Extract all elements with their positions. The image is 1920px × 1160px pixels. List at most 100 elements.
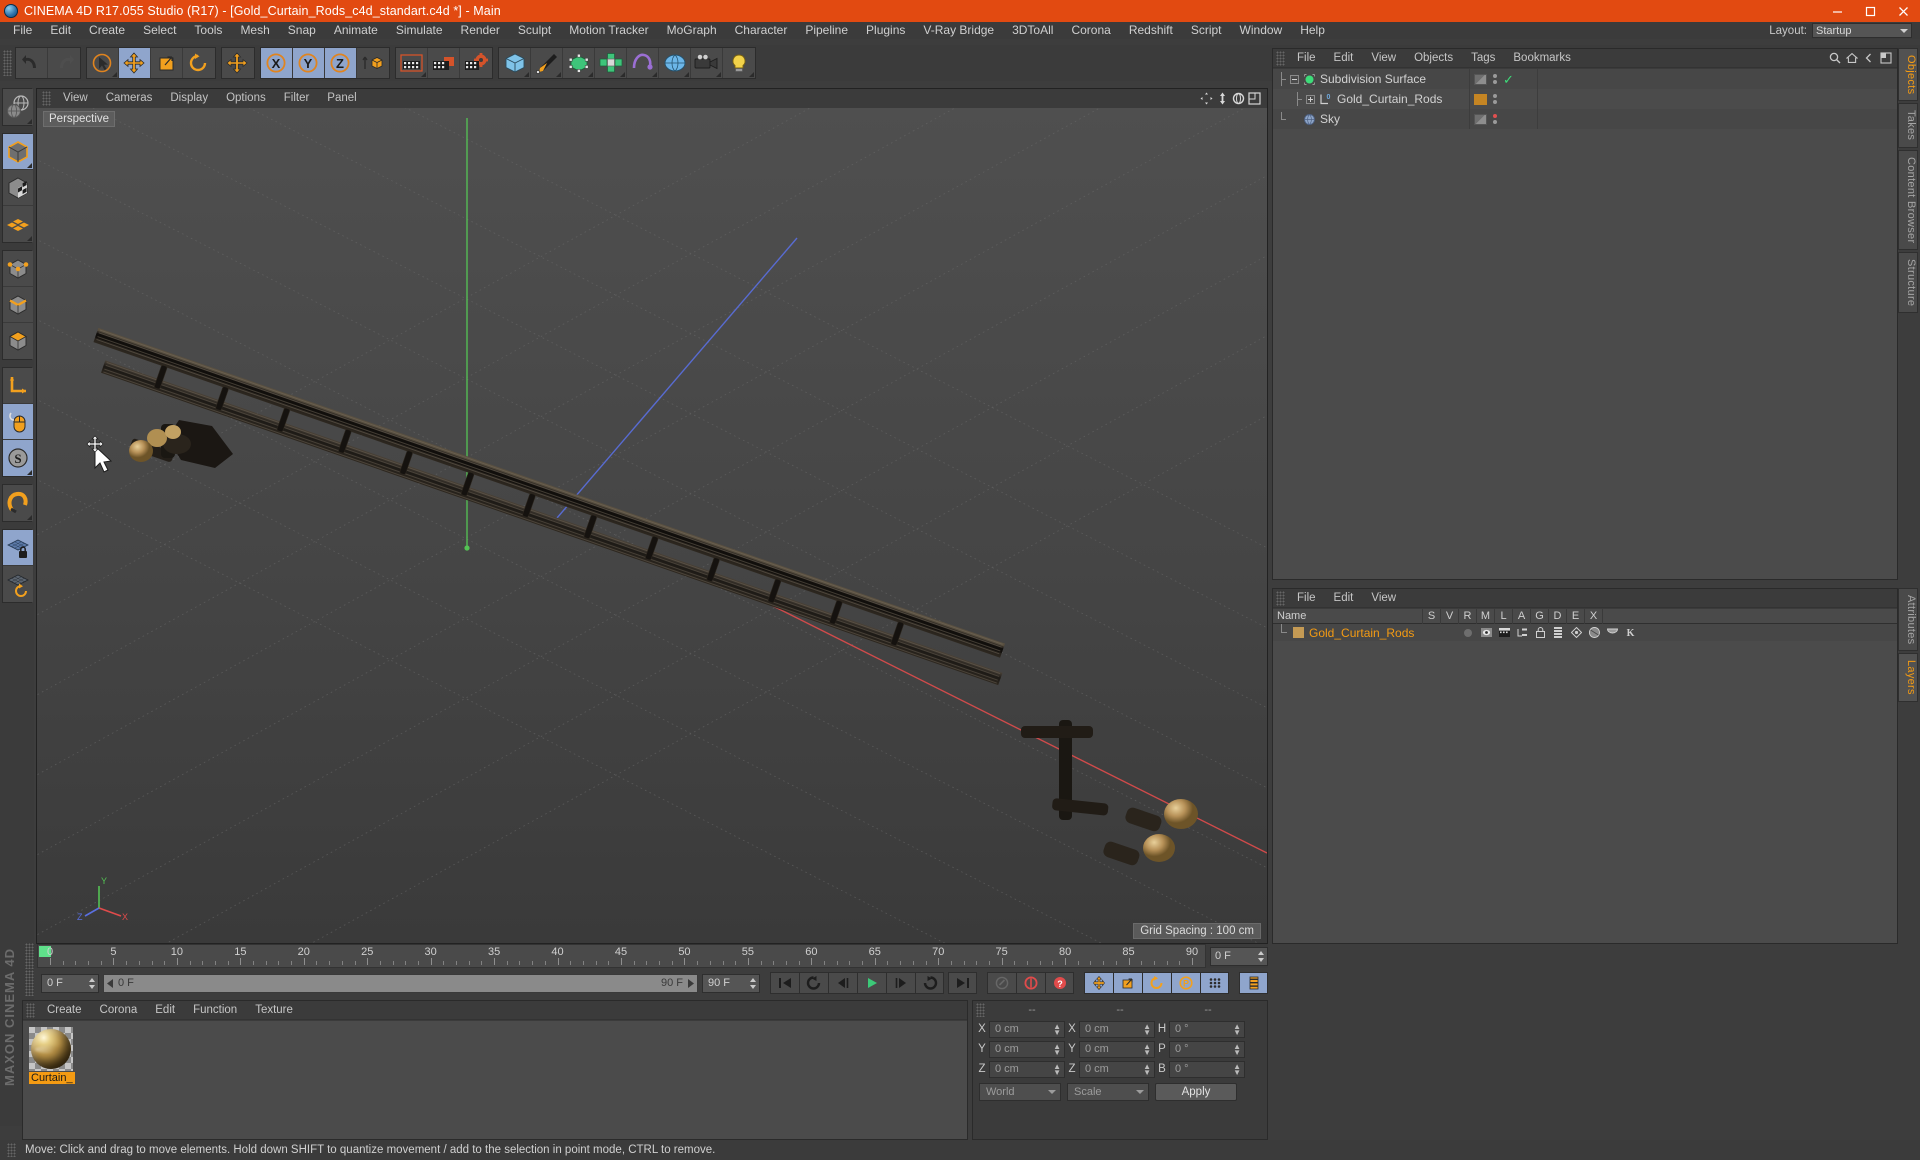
visibility-dots[interactable] [1493, 74, 1497, 84]
layer-column-name[interactable]: Name [1273, 609, 1423, 624]
side-tab-structure[interactable]: Structure [1898, 252, 1918, 313]
menu-item-snap[interactable]: Snap [279, 22, 325, 39]
light-icon[interactable] [723, 48, 755, 78]
material-manager-grip[interactable] [26, 1003, 35, 1018]
object-row-gold-curtain-rods[interactable]: 0Gold_Curtain_Rods [1273, 89, 1897, 109]
undo-icon[interactable] [16, 48, 48, 78]
material-preview-sphere[interactable] [29, 1027, 73, 1071]
scroll-right-icon[interactable] [686, 979, 694, 988]
layer-solo-dot[interactable] [1459, 629, 1477, 637]
layer-column-r[interactable]: R [1459, 609, 1477, 624]
menu-item-plugins[interactable]: Plugins [857, 22, 914, 39]
polygons-mode-icon[interactable] [3, 323, 33, 359]
spinner-down-icon[interactable] [89, 985, 95, 989]
keyframe-selection-button[interactable]: ? [1045, 972, 1074, 994]
maximize-view-icon[interactable] [1248, 92, 1261, 105]
side-tab-content-browser[interactable]: Content Browser [1898, 150, 1918, 250]
menu-item-render[interactable]: Render [452, 22, 509, 39]
object-manager-menu-tags[interactable]: Tags [1462, 49, 1504, 68]
spinner-icon[interactable]: ▲▼ [1143, 1064, 1151, 1076]
render-view-icon[interactable] [396, 48, 428, 78]
object-manager-menu-edit[interactable]: Edit [1325, 49, 1363, 68]
timeline-grip[interactable] [25, 943, 34, 969]
menu-item-v-ray-bridge[interactable]: V-Ray Bridge [914, 22, 1003, 39]
side-tab-layers[interactable]: Layers [1898, 653, 1918, 702]
layer-manager-icon[interactable] [1513, 628, 1531, 637]
size-z-field[interactable]: 0 cm▲▼ [1079, 1061, 1155, 1078]
render-to-picture-viewer-icon[interactable] [428, 48, 460, 78]
rotation-h-field[interactable]: 0 °▲▼ [1169, 1021, 1245, 1038]
enabled-check-icon[interactable]: ✓ [1503, 74, 1514, 85]
viewport-menu-options[interactable]: Options [217, 89, 275, 108]
layer-column-d[interactable]: D [1549, 609, 1567, 624]
menu-item-corona[interactable]: Corona [1062, 22, 1119, 39]
viewport-camera-navigation-icon[interactable] [3, 89, 33, 125]
layer-manager-menu-edit[interactable]: Edit [1325, 589, 1363, 608]
close-button[interactable] [1887, 0, 1920, 22]
move-tool-icon[interactable] [119, 48, 151, 78]
animation-toolbar-grip[interactable] [25, 970, 34, 996]
array-modeling-icon[interactable] [595, 48, 627, 78]
spinner-icon[interactable]: ▲▼ [1053, 1064, 1061, 1076]
record-parameter-button[interactable]: P [1171, 972, 1200, 994]
menu-item-redshift[interactable]: Redshift [1120, 22, 1182, 39]
layer-expression-icon[interactable] [1603, 628, 1621, 637]
layer-manager-rows[interactable]: Gold_Curtain_RodsK [1273, 624, 1897, 943]
menu-item-select[interactable]: Select [134, 22, 185, 39]
step-back-button[interactable] [828, 972, 857, 994]
environment-floor-icon[interactable] [659, 48, 691, 78]
spinner-up-icon[interactable] [750, 978, 756, 982]
select-cursor-icon[interactable] [87, 48, 119, 78]
edges-mode-icon[interactable] [3, 287, 33, 323]
material-menu-edit[interactable]: Edit [146, 1001, 184, 1020]
nurbs-generator-icon[interactable] [563, 48, 595, 78]
spinner-icon[interactable]: ▲▼ [1233, 1064, 1241, 1076]
layer-column-v[interactable]: V [1441, 609, 1459, 624]
timeline-scrollbar[interactable]: 0 F 90 F [103, 974, 698, 993]
scroll-left-icon[interactable] [107, 979, 115, 988]
layer-lock-icon[interactable] [1531, 627, 1549, 638]
z-axis-lock-icon[interactable]: Z [325, 48, 357, 78]
size-y-field[interactable]: 0 cm▲▼ [1079, 1041, 1155, 1058]
expand-icon[interactable] [1306, 95, 1315, 104]
spinner-up-icon[interactable] [1258, 951, 1264, 955]
menu-item-help[interactable]: Help [1291, 22, 1334, 39]
visibility-tag-icon[interactable] [1474, 114, 1487, 125]
go-to-end-button[interactable] [948, 972, 977, 994]
viewport-menu-filter[interactable]: Filter [275, 89, 319, 108]
menu-item-window[interactable]: Window [1231, 22, 1292, 39]
layer-column-x[interactable]: X [1585, 609, 1603, 624]
material-menu-corona[interactable]: Corona [91, 1001, 147, 1020]
menu-item-3dtoall[interactable]: 3DToAll [1003, 22, 1062, 39]
layer-column-s[interactable]: S [1423, 609, 1441, 624]
layer-xref-icon[interactable]: K [1621, 627, 1639, 638]
position-y-field[interactable]: 0 cm▲▼ [989, 1041, 1065, 1058]
record-active-objects-button[interactable] [1016, 972, 1045, 994]
autokey-button[interactable] [987, 972, 1016, 994]
object-manager-menu-file[interactable]: File [1288, 49, 1325, 68]
viewport-grip[interactable] [42, 91, 51, 106]
deformer-icon[interactable] [627, 48, 659, 78]
spinner-icon[interactable]: ▲▼ [1143, 1024, 1151, 1036]
record-scale-button[interactable] [1113, 972, 1142, 994]
menu-item-simulate[interactable]: Simulate [387, 22, 452, 39]
animation-layers-button[interactable] [1239, 972, 1268, 994]
magnet-tool-icon[interactable] [3, 485, 33, 521]
layer-column-l[interactable]: L [1495, 609, 1513, 624]
record-pla-button[interactable] [1200, 972, 1229, 994]
timeline-ruler[interactable]: 051015202530354045505560657075808590 [37, 944, 1206, 968]
material-menu-function[interactable]: Function [184, 1001, 246, 1020]
menu-item-tools[interactable]: Tools [185, 22, 231, 39]
spinner-up-icon[interactable] [89, 978, 95, 982]
play-backwards-fast-button[interactable] [799, 972, 828, 994]
play-forward-fast-button[interactable] [915, 972, 944, 994]
play-forward-button[interactable] [857, 972, 886, 994]
layer-color-swatch[interactable] [1293, 627, 1304, 638]
layer-render-icon[interactable] [1495, 628, 1513, 637]
viewport-menu-display[interactable]: Display [161, 89, 217, 108]
pan-view-icon[interactable] [1200, 92, 1213, 105]
rotate-view-icon[interactable] [1232, 92, 1245, 105]
current-frame-field[interactable]: 0 F [1210, 947, 1268, 966]
size-x-field[interactable]: 0 cm▲▼ [1079, 1021, 1155, 1038]
world-object-axis-icon[interactable] [357, 48, 389, 78]
